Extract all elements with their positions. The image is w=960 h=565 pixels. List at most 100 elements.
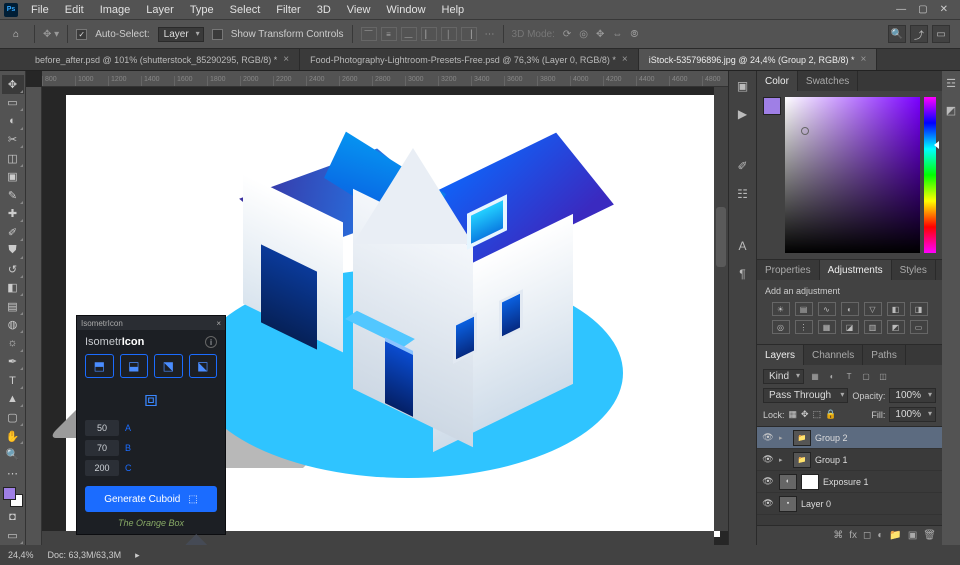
tab-styles[interactable]: Styles: [892, 260, 936, 280]
hue-slider[interactable]: [924, 97, 936, 253]
generate-cuboid-button[interactable]: Generate Cuboid⬚: [85, 486, 217, 512]
layer-name[interactable]: Group 2: [815, 433, 848, 443]
lock-artboard-icon[interactable]: ⬚: [813, 409, 822, 420]
layer-row[interactable]: 👁 ◐ Exposure 1: [757, 471, 942, 493]
tab-paths[interactable]: Paths: [863, 345, 906, 365]
history-panel-icon[interactable]: ▣: [734, 77, 752, 95]
adj-levels-icon[interactable]: ▤: [795, 302, 813, 316]
search-icon[interactable]: 🔍: [888, 25, 906, 43]
layer-kind-dropdown[interactable]: Kind: [763, 369, 804, 384]
menu-view[interactable]: View: [340, 2, 378, 18]
status-arrow-icon[interactable]: ▸: [135, 550, 140, 561]
document-tab[interactable]: Food-Photography-Lightroom-Presets-Free.…: [300, 49, 639, 70]
align-right-icon[interactable]: ▕: [461, 27, 477, 41]
isometricon-titlebar[interactable]: IsometrIcon ×: [77, 316, 225, 330]
menu-filter[interactable]: Filter: [269, 2, 307, 18]
zoom-level[interactable]: 24,4%: [8, 550, 34, 560]
delete-layer-icon[interactable]: 🗑: [923, 530, 936, 541]
adj-gradient-map-icon[interactable]: ▭: [910, 320, 928, 334]
adj-posterize-icon[interactable]: ▥: [864, 320, 882, 334]
blend-mode-dropdown[interactable]: Pass Through: [763, 388, 848, 403]
tab-color[interactable]: Color: [757, 71, 798, 91]
crop-tool[interactable]: ◫: [2, 149, 24, 168]
canvas-area[interactable]: 8001000120014001600180020002200240026002…: [26, 71, 728, 545]
lock-position-icon[interactable]: ✥: [801, 409, 809, 420]
3d-slide-icon[interactable]: ⇔: [612, 29, 622, 40]
iso-face-right-button[interactable]: ⬓: [120, 354, 149, 378]
link-layers-icon[interactable]: ⌘: [833, 530, 843, 541]
3d-roll-icon[interactable]: ◎: [579, 29, 588, 40]
iso-face-front-button[interactable]: ⬕: [189, 354, 218, 378]
iso-face-top-button[interactable]: ⬔: [154, 354, 183, 378]
edit-toolbar-icon[interactable]: ⋯: [2, 464, 24, 483]
menu-file[interactable]: File: [24, 2, 56, 18]
adj-photo-filter-icon[interactable]: ◎: [772, 320, 790, 334]
scrollbar-vertical[interactable]: [714, 87, 728, 531]
adj-bw-icon[interactable]: ◨: [910, 302, 928, 316]
foreground-background-swatch[interactable]: [2, 486, 24, 507]
visibility-icon[interactable]: 👁: [761, 454, 775, 465]
opacity-input[interactable]: 100%: [889, 388, 936, 403]
paragraph-panel-icon[interactable]: ¶: [734, 265, 752, 283]
panel-close-icon[interactable]: ×: [216, 319, 221, 328]
fill-input[interactable]: 100%: [889, 407, 936, 422]
brush-tool[interactable]: ✐: [2, 223, 24, 242]
layer-row[interactable]: 👁 ▪ Layer 0: [757, 493, 942, 515]
character-panel-icon[interactable]: A: [734, 237, 752, 255]
filter-type-icon[interactable]: T: [842, 371, 856, 383]
3d-pan-icon[interactable]: ✥: [596, 29, 604, 40]
shape-tool[interactable]: ▢: [2, 408, 24, 427]
menu-image[interactable]: Image: [93, 2, 138, 18]
mask-thumb[interactable]: [801, 474, 819, 490]
eraser-tool[interactable]: ◧: [2, 279, 24, 298]
wireframe-cube-icon[interactable]: ⧈: [77, 378, 225, 420]
menu-select[interactable]: Select: [223, 2, 268, 18]
align-vcenter-icon[interactable]: ≡: [381, 27, 397, 41]
actions-panel-icon[interactable]: ▶: [734, 105, 752, 123]
lock-pixels-icon[interactable]: ▦: [789, 409, 798, 420]
tab-channels[interactable]: Channels: [804, 345, 863, 365]
history-brush-tool[interactable]: ↺: [2, 260, 24, 279]
expand-icon[interactable]: ▸: [779, 456, 789, 464]
zoom-tool[interactable]: 🔍: [2, 445, 24, 464]
blur-tool[interactable]: ◍: [2, 316, 24, 335]
visibility-icon[interactable]: 👁: [761, 476, 775, 487]
info-icon[interactable]: i: [205, 336, 217, 348]
isometricon-panel[interactable]: IsometrIcon × IsometrIcon i ⬒ ⬓ ⬔ ⬕ ⧈ 50…: [76, 315, 226, 535]
align-left-icon[interactable]: ▏: [421, 27, 437, 41]
frame-tool[interactable]: ▣: [2, 168, 24, 187]
brush-panel-icon[interactable]: ✐: [734, 157, 752, 175]
filter-smart-icon[interactable]: ◫: [876, 371, 890, 383]
adj-threshold-icon[interactable]: ◩: [887, 320, 905, 334]
window-close-icon[interactable]: ✕: [940, 4, 948, 15]
filter-adjust-icon[interactable]: ◐: [825, 371, 839, 383]
layer-row[interactable]: 👁 ▸ 📁 Group 2: [757, 427, 942, 449]
tab-layers[interactable]: Layers: [757, 345, 804, 365]
gradient-tool[interactable]: ▤: [2, 297, 24, 316]
adj-brightness-icon[interactable]: ☀: [772, 302, 790, 316]
menu-3d[interactable]: 3D: [310, 2, 338, 18]
path-select-tool[interactable]: ▲: [2, 390, 24, 409]
menu-layer[interactable]: Layer: [139, 2, 181, 18]
close-icon[interactable]: ×: [861, 54, 867, 65]
expand-icon[interactable]: ▸: [779, 434, 789, 442]
tab-adjustments[interactable]: Adjustments: [820, 260, 892, 280]
iso-face-left-button[interactable]: ⬒: [85, 354, 114, 378]
type-tool[interactable]: T: [2, 371, 24, 390]
stamp-tool[interactable]: ⛊: [2, 242, 24, 261]
document-tab-active[interactable]: iStock-535796896.jpg @ 24,4% (Group 2, R…: [639, 49, 878, 70]
brush-settings-icon[interactable]: ☷: [734, 185, 752, 203]
screenmode-icon[interactable]: ▭: [2, 526, 24, 545]
quickmask-icon[interactable]: ◘: [2, 508, 24, 527]
adj-invert-icon[interactable]: ◪: [841, 320, 859, 334]
eyedropper-tool[interactable]: ✎: [2, 186, 24, 205]
adj-curves-icon[interactable]: ∿: [818, 302, 836, 316]
layer-style-icon[interactable]: fx: [849, 530, 857, 541]
align-top-icon[interactable]: ⎺: [361, 27, 377, 41]
lock-all-icon[interactable]: 🔒: [825, 409, 836, 420]
move-tool[interactable]: ✥: [2, 75, 24, 94]
adj-vibrance-icon[interactable]: ▽: [864, 302, 882, 316]
visibility-icon[interactable]: 👁: [761, 432, 775, 443]
dim-b-input[interactable]: 70: [85, 440, 119, 456]
layer-row[interactable]: 👁 ▸ 📁 Group 1: [757, 449, 942, 471]
